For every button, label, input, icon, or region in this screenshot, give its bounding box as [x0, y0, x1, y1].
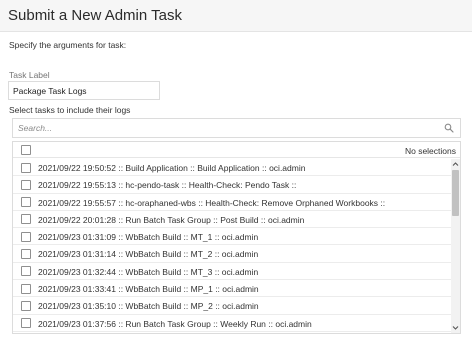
search-input[interactable]	[13, 119, 433, 137]
task-entry-label: 2021/09/23 01:37:56 :: Run Batch Task Gr…	[38, 318, 312, 329]
row-checkbox[interactable]	[21, 318, 31, 329]
row-checkbox[interactable]	[21, 214, 31, 225]
list-item[interactable]: 2021/09/22 20:01:28 :: Run Batch Task Gr…	[13, 211, 451, 229]
chevron-up-icon[interactable]	[451, 160, 460, 168]
instructions-text: Specify the arguments for task:	[9, 40, 127, 50]
select-tasks-label: Select tasks to include their logs	[9, 105, 131, 115]
list-item[interactable]: 2021/09/23 01:35:10 :: WbBatch Build :: …	[13, 297, 451, 315]
scrollbar-thumb[interactable]	[452, 170, 459, 216]
task-rows: 2021/09/22 19:50:52 :: Build Application…	[13, 159, 451, 332]
task-entry-label: 2021/09/23 01:35:10 :: WbBatch Build :: …	[38, 301, 259, 312]
vertical-scrollbar[interactable]	[451, 159, 460, 333]
list-item[interactable]: 2021/09/23 01:37:56 :: Run Batch Task Gr…	[13, 315, 451, 332]
select-all-checkbox[interactable]	[21, 145, 31, 155]
row-checkbox[interactable]	[21, 248, 31, 259]
list-item[interactable]: 2021/09/23 01:33:41 :: WbBatch Build :: …	[13, 280, 451, 298]
chevron-down-icon[interactable]	[451, 324, 460, 332]
row-checkbox[interactable]	[21, 162, 31, 173]
selection-status: No selections	[404, 146, 456, 156]
row-checkbox[interactable]	[21, 231, 31, 242]
search-field	[12, 118, 461, 138]
row-checkbox[interactable]	[21, 179, 31, 190]
task-entry-label: 2021/09/23 01:32:44 :: WbBatch Build :: …	[38, 266, 259, 277]
task-entry-label: 2021/09/23 01:33:41 :: WbBatch Build :: …	[38, 284, 259, 295]
dialog-title: Submit a New Admin Task	[8, 7, 182, 24]
task-entry-label: 2021/09/23 01:31:09 :: WbBatch Build :: …	[38, 232, 259, 243]
task-entry-label: 2021/09/22 19:50:52 :: Build Application…	[38, 163, 306, 173]
dialog-header: Submit a New Admin Task	[0, 0, 472, 32]
list-item[interactable]: 2021/09/23 01:32:44 :: WbBatch Build :: …	[13, 263, 451, 281]
task-label-caption: Task Label	[9, 70, 50, 80]
row-checkbox[interactable]	[21, 300, 31, 311]
task-entry-label: 2021/09/22 19:55:13 :: hc-pendo-task :: …	[38, 180, 297, 191]
task-list: No selections 2021/09/22 19:50:52 :: Bui…	[12, 141, 461, 334]
row-checkbox[interactable]	[21, 197, 31, 208]
list-item[interactable]: 2021/09/23 01:31:14 :: WbBatch Build :: …	[13, 245, 451, 263]
list-item[interactable]: 2021/09/22 19:50:52 :: Build Application…	[13, 159, 451, 177]
list-item[interactable]: 2021/09/23 01:31:09 :: WbBatch Build :: …	[13, 228, 451, 246]
task-entry-label: 2021/09/22 20:01:28 :: Run Batch Task Gr…	[38, 214, 305, 225]
list-item[interactable]: 2021/09/22 19:55:13 :: hc-pendo-task :: …	[13, 176, 451, 194]
task-label-input[interactable]	[8, 81, 160, 100]
list-item[interactable]: 2021/09/22 19:55:57 :: hc-oraphaned-wbs …	[13, 194, 451, 211]
row-checkbox[interactable]	[21, 283, 31, 294]
search-icon[interactable]	[444, 123, 454, 133]
task-entry-label: 2021/09/22 19:55:57 :: hc-oraphaned-wbs …	[38, 197, 386, 208]
task-entry-label: 2021/09/23 01:31:14 :: WbBatch Build :: …	[38, 249, 259, 260]
task-list-header: No selections	[13, 142, 460, 158]
row-checkbox[interactable]	[21, 266, 31, 277]
